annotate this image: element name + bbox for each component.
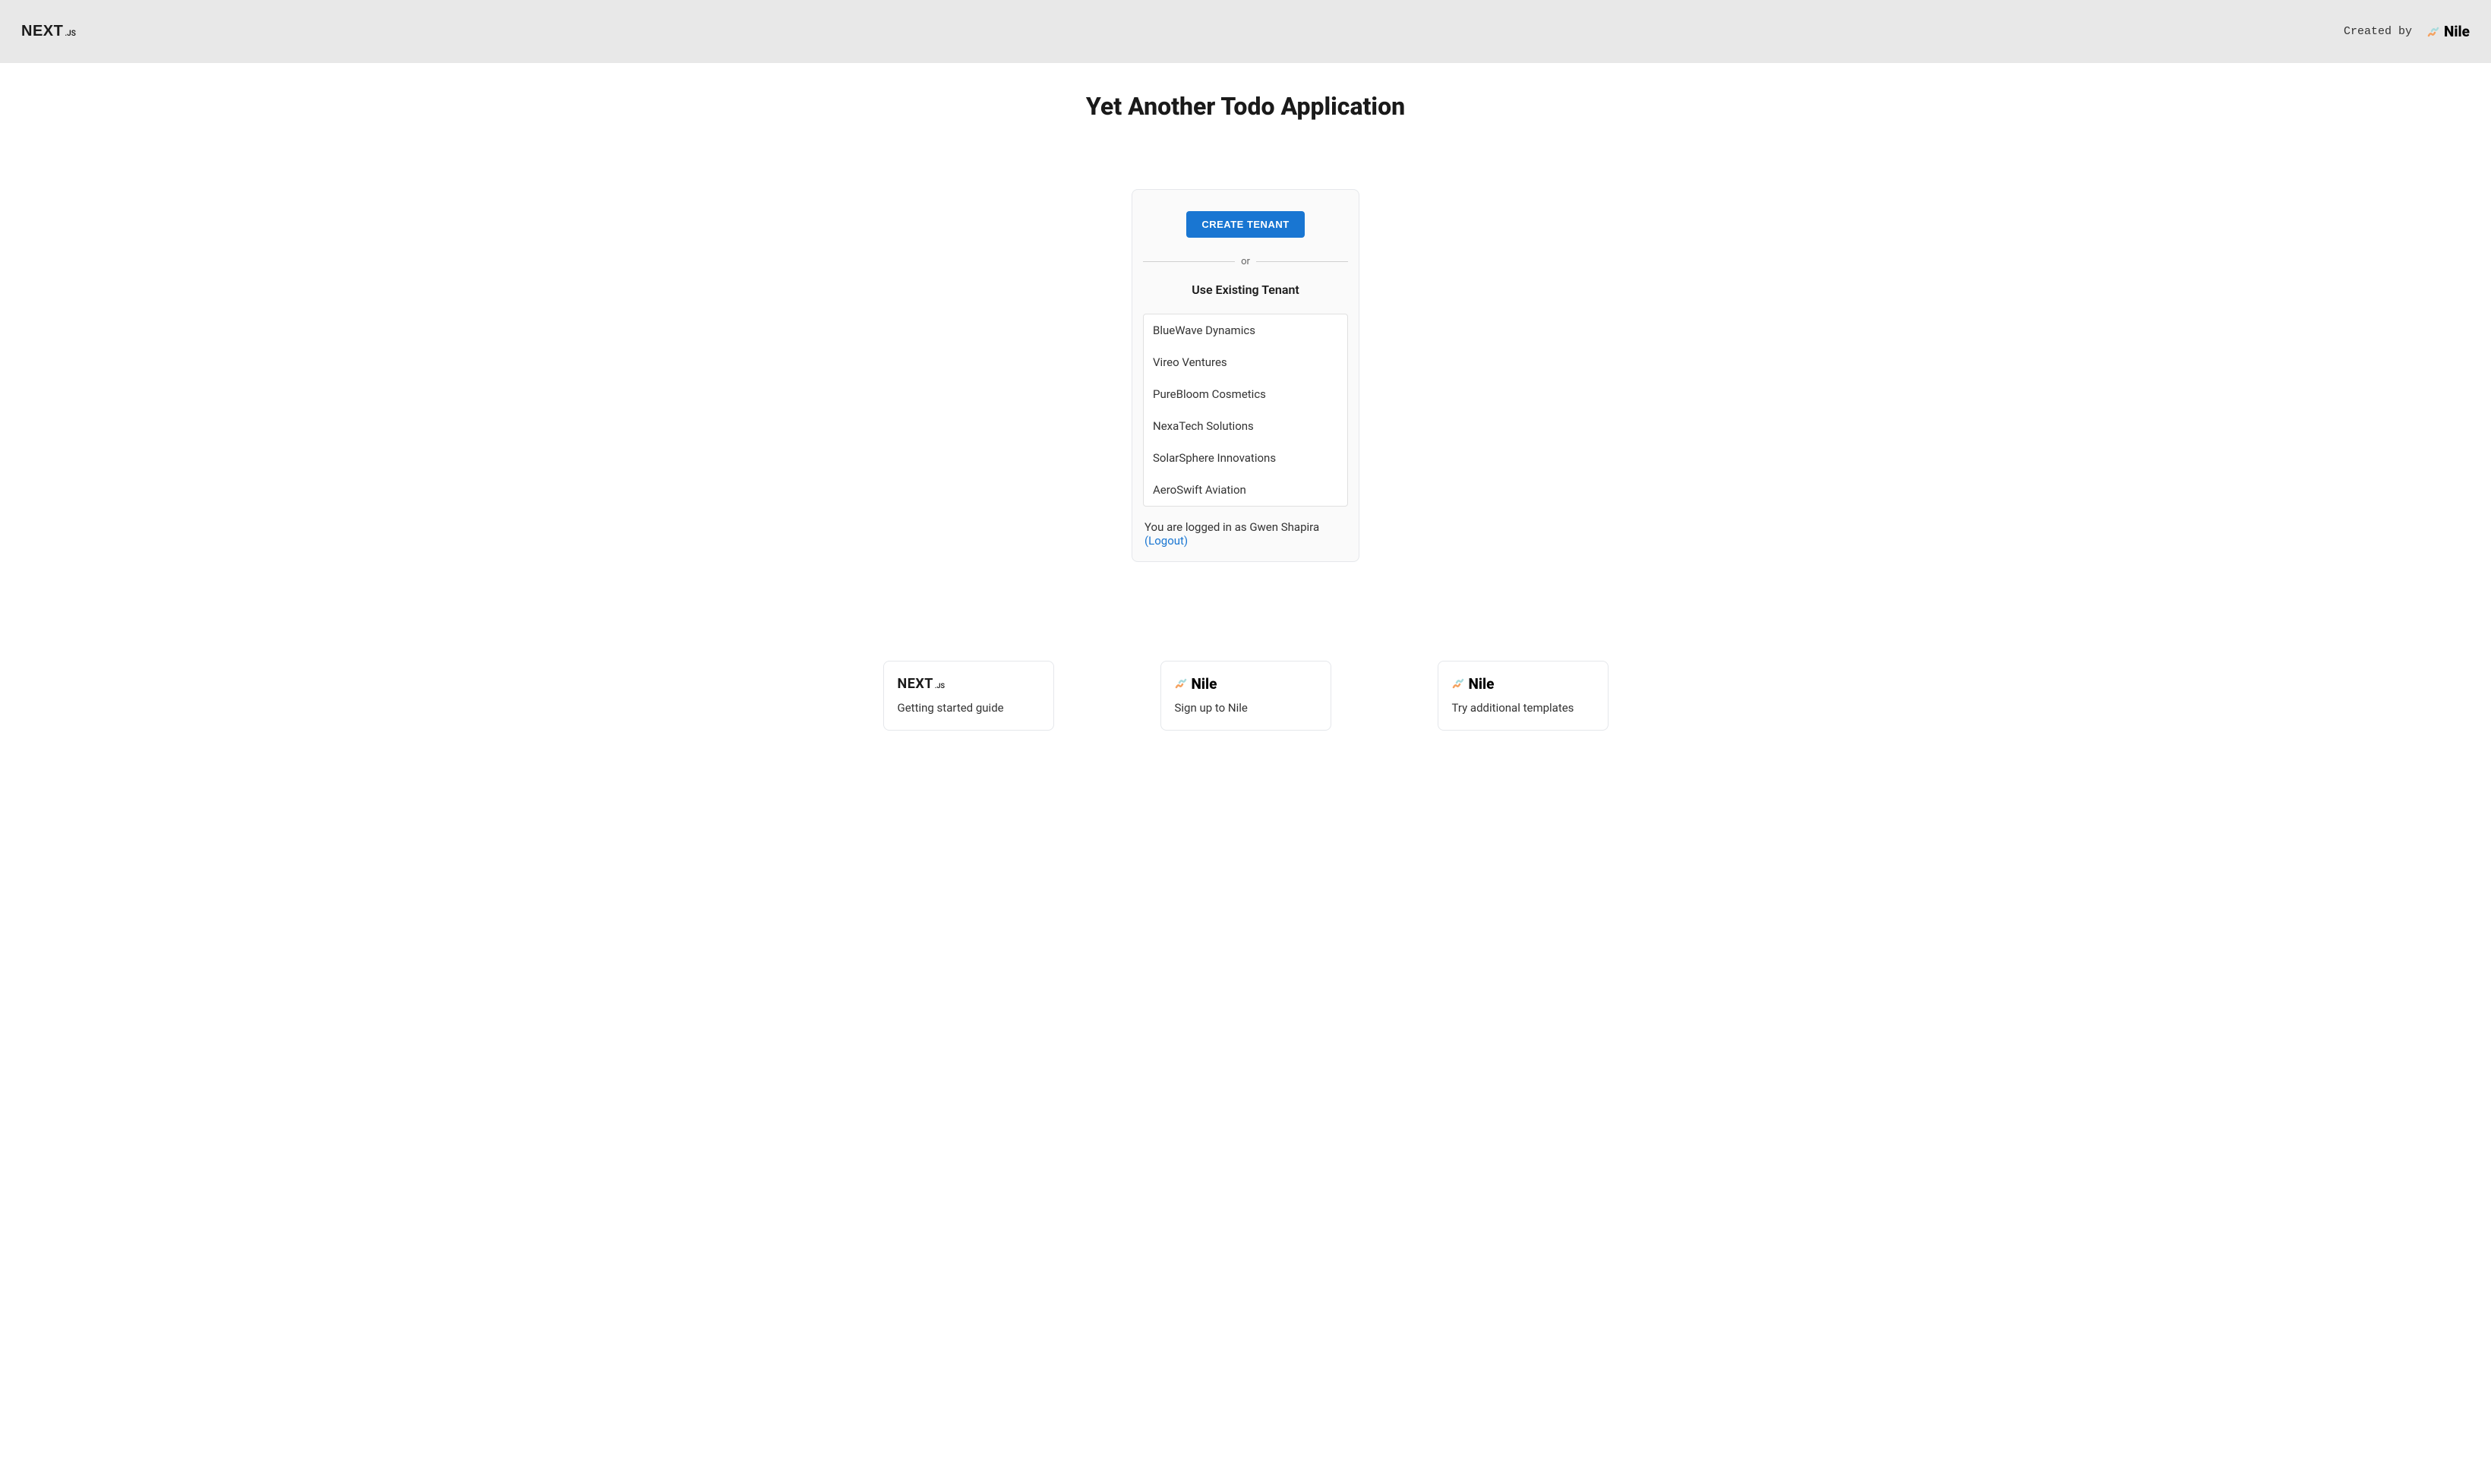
nile-logo-text: Nile	[2444, 23, 2470, 40]
card-logo: Nile	[1452, 675, 1594, 692]
tenant-item[interactable]: SolarSphere Innovations	[1144, 442, 1347, 474]
login-status: You are logged in as Gwen Shapira (Logou…	[1143, 520, 1348, 548]
divider-text: or	[1241, 256, 1250, 267]
card-text: Sign up to Nile	[1175, 701, 1317, 715]
bottom-cards: NEXT .JS Getting started guide Nile Sign…	[0, 661, 2491, 761]
card-logo: NEXT .JS	[898, 675, 1040, 692]
tenant-item[interactable]: AeroSwift Aviation	[1144, 474, 1347, 506]
nile-icon	[1175, 677, 1189, 690]
nextjs-logo-suffix: .JS	[935, 683, 945, 690]
nextjs-logo-text: NEXT	[898, 676, 933, 692]
logout-link[interactable]: (Logout)	[1144, 534, 1188, 548]
header-right: Created by Nile	[2344, 23, 2470, 40]
tenant-item[interactable]: Vireo Ventures	[1144, 346, 1347, 378]
page-title: Yet Another Todo Application	[0, 92, 2491, 121]
divider: or	[1143, 256, 1348, 267]
existing-tenant-title: Use Existing Tenant	[1143, 283, 1348, 297]
card-text: Getting started guide	[898, 701, 1040, 715]
divider-line-left	[1143, 261, 1235, 262]
header: NEXT .JS Created by Nile	[0, 0, 2491, 63]
tenant-item[interactable]: NexaTech Solutions	[1144, 410, 1347, 442]
tenant-item[interactable]: PureBloom Cosmetics	[1144, 378, 1347, 410]
nile-logo: Nile	[1175, 675, 1217, 693]
created-by-label: Created by	[2344, 25, 2412, 38]
templates-card[interactable]: Nile Try additional templates	[1438, 661, 1609, 731]
getting-started-card[interactable]: NEXT .JS Getting started guide	[883, 661, 1054, 731]
tenant-list: BlueWave Dynamics Vireo Ventures PureBlo…	[1143, 314, 1348, 507]
nile-logo-text: Nile	[1192, 675, 1217, 693]
signup-nile-card[interactable]: Nile Sign up to Nile	[1160, 661, 1331, 731]
divider-line-right	[1256, 261, 1348, 262]
nile-icon	[1452, 677, 1466, 690]
tenant-card: CREATE TENANT or Use Existing Tenant Blu…	[1132, 189, 1359, 562]
nile-icon	[2427, 25, 2441, 39]
logged-in-user: Gwen Shapira	[1249, 520, 1319, 534]
login-status-prefix: You are logged in as	[1144, 520, 1249, 534]
nextjs-logo-text: NEXT	[21, 23, 63, 40]
nextjs-logo: NEXT .JS	[898, 676, 945, 692]
nextjs-logo: NEXT .JS	[21, 23, 76, 40]
nile-logo: Nile	[1452, 675, 1495, 693]
tenant-item[interactable]: BlueWave Dynamics	[1144, 314, 1347, 346]
card-text: Try additional templates	[1452, 701, 1594, 715]
card-logo: Nile	[1175, 675, 1317, 692]
nextjs-logo-suffix: .JS	[65, 30, 76, 38]
nile-logo: Nile	[2427, 23, 2470, 40]
create-tenant-button[interactable]: CREATE TENANT	[1186, 211, 1304, 238]
nile-logo-text: Nile	[1469, 675, 1495, 693]
